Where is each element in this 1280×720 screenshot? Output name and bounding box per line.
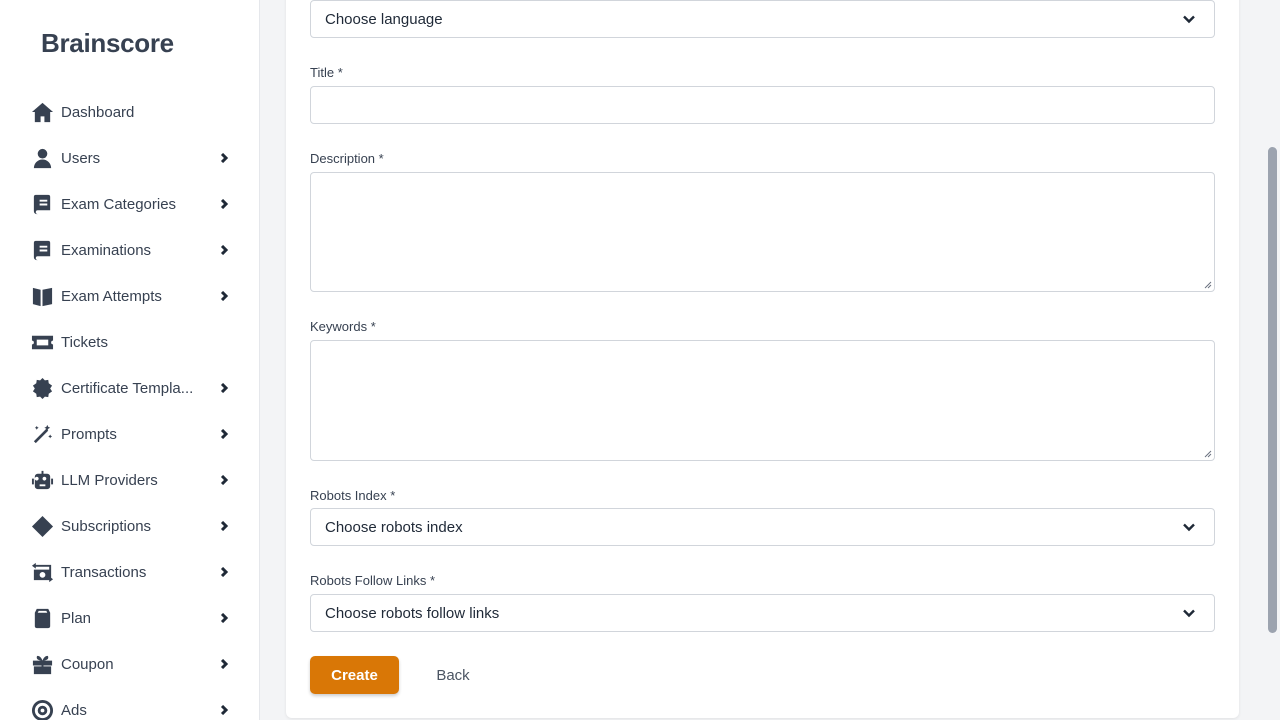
scrollbar-thumb[interactable] xyxy=(1268,147,1277,633)
sidebar-item-label: Prompts xyxy=(61,425,117,443)
robots-follow-select-value: Choose robots follow links xyxy=(325,604,500,622)
language-select[interactable]: Choose language xyxy=(310,0,1215,38)
chevron-down-icon xyxy=(1182,520,1196,534)
sidebar-item-ads[interactable]: Ads xyxy=(0,687,259,720)
diamond-icon xyxy=(30,514,54,538)
sidebar-item-examinations[interactable]: Examinations xyxy=(0,227,259,273)
description-textarea[interactable] xyxy=(310,172,1215,292)
chevron-right-icon xyxy=(218,290,230,302)
user-icon xyxy=(30,146,54,170)
sidebar-item-plan[interactable]: Plan xyxy=(0,595,259,641)
book-icon xyxy=(30,238,54,262)
title-label: Title * xyxy=(310,65,343,80)
language-select-value: Choose language xyxy=(325,10,443,28)
sidebar: Brainscore Dashboard Users Exam Categori… xyxy=(0,0,260,720)
sidebar-item-dashboard[interactable]: Dashboard xyxy=(0,89,259,135)
sidebar-item-prompts[interactable]: Prompts xyxy=(0,411,259,457)
chevron-right-icon xyxy=(218,566,230,578)
sidebar-item-label: Plan xyxy=(61,609,92,627)
sidebar-item-certificate-templates[interactable]: Certificate Templa... xyxy=(0,365,259,411)
ticket-icon xyxy=(30,330,54,354)
page-scrollbar[interactable] xyxy=(1265,0,1280,720)
create-button[interactable]: Create xyxy=(310,656,399,694)
sidebar-item-transactions[interactable]: Transactions xyxy=(0,549,259,595)
description-label: Description * xyxy=(310,151,384,166)
book-icon xyxy=(30,192,54,216)
chevron-right-icon xyxy=(218,520,230,532)
sidebar-item-tickets[interactable]: Tickets xyxy=(0,319,259,365)
robots-index-label: Robots Index * xyxy=(310,488,396,503)
magic-wand-icon xyxy=(30,422,54,446)
resize-grip-icon[interactable] xyxy=(1204,450,1212,458)
title-input[interactable] xyxy=(310,86,1215,124)
box-icon xyxy=(30,606,54,630)
chevron-right-icon xyxy=(218,474,230,486)
bullseye-icon xyxy=(30,698,54,720)
book-open-icon xyxy=(30,284,54,308)
resize-grip-icon[interactable] xyxy=(1204,281,1212,289)
gift-icon xyxy=(30,652,54,676)
robot-icon xyxy=(30,468,54,492)
sidebar-item-label: Subscriptions xyxy=(61,517,152,535)
keywords-label: Keywords * xyxy=(310,319,376,334)
sidebar-item-label: Dashboard xyxy=(61,103,135,121)
sidebar-item-label: Transactions xyxy=(61,563,147,581)
sidebar-item-label: Certificate Templa... xyxy=(61,379,194,397)
sidebar-item-label: Users xyxy=(61,149,101,167)
sidebar-item-label: Examinations xyxy=(61,241,152,259)
chevron-down-icon xyxy=(1182,12,1196,26)
chevron-right-icon xyxy=(218,198,230,210)
sidebar-item-label: Tickets xyxy=(61,333,108,351)
chevron-down-icon xyxy=(1182,606,1196,620)
robots-follow-select[interactable]: Choose robots follow links xyxy=(310,594,1215,632)
sidebar-nav: Dashboard Users Exam Categories Examinat… xyxy=(0,89,259,720)
sidebar-item-llm-providers[interactable]: LLM Providers xyxy=(0,457,259,503)
robots-index-select[interactable]: Choose robots index xyxy=(310,508,1215,546)
chevron-right-icon xyxy=(218,704,230,716)
robots-follow-label: Robots Follow Links * xyxy=(310,573,435,588)
money-transfer-icon xyxy=(30,560,54,584)
keywords-textarea[interactable] xyxy=(310,340,1215,461)
chevron-right-icon xyxy=(218,428,230,440)
sidebar-item-exam-attempts[interactable]: Exam Attempts xyxy=(0,273,259,319)
sidebar-item-label: Exam Categories xyxy=(61,195,177,213)
home-icon xyxy=(30,100,54,124)
chevron-right-icon xyxy=(218,658,230,670)
chevron-right-icon xyxy=(218,612,230,624)
chevron-right-icon xyxy=(218,244,230,256)
chevron-right-icon xyxy=(218,382,230,394)
sidebar-item-label: LLM Providers xyxy=(61,471,158,489)
sidebar-item-exam-categories[interactable]: Exam Categories xyxy=(0,181,259,227)
certificate-icon xyxy=(30,376,54,400)
robots-index-select-value: Choose robots index xyxy=(325,518,463,536)
sidebar-item-label: Exam Attempts xyxy=(61,287,162,305)
sidebar-item-users[interactable]: Users xyxy=(0,135,259,181)
sidebar-item-label: Ads xyxy=(61,701,87,719)
brand-logo[interactable]: Brainscore xyxy=(41,28,174,59)
chevron-right-icon xyxy=(218,152,230,164)
sidebar-item-subscriptions[interactable]: Subscriptions xyxy=(0,503,259,549)
sidebar-item-label: Coupon xyxy=(61,655,114,673)
sidebar-item-coupon[interactable]: Coupon xyxy=(0,641,259,687)
back-button[interactable]: Back xyxy=(418,656,488,694)
